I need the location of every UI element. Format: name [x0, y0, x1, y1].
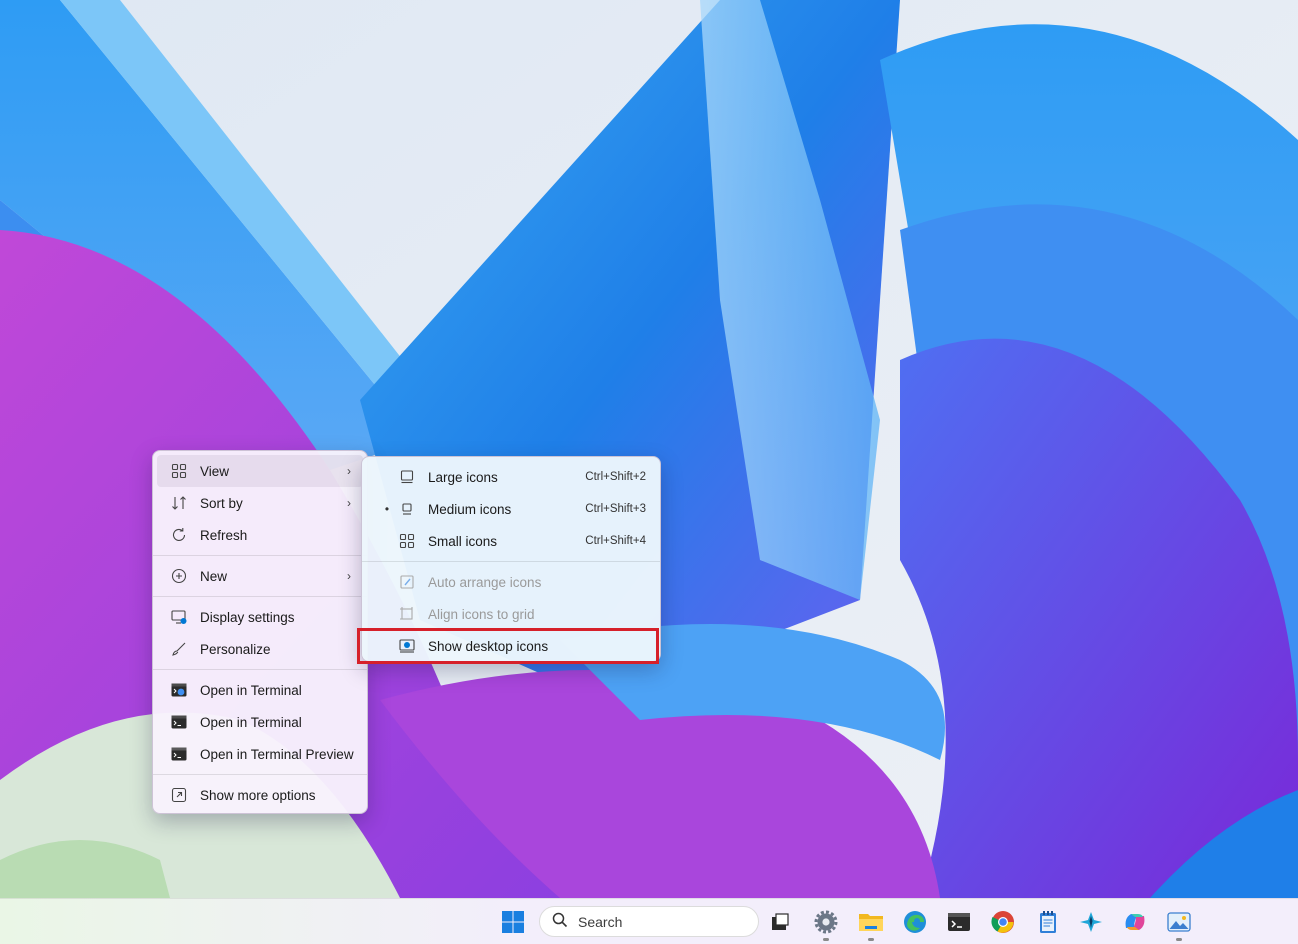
settings-icon[interactable]: [811, 907, 841, 941]
auto-arrange-icon: [398, 573, 416, 591]
menu-item-label: Open in Terminal: [200, 714, 302, 730]
menu-item-open-in-terminal[interactable]: Open in Terminal: [157, 706, 363, 738]
submenu-item-large-icons[interactable]: Large icons Ctrl+Shift+2: [366, 461, 656, 493]
running-indicator: [823, 938, 829, 941]
show-more-icon: [170, 786, 188, 804]
radio-bullet: •: [384, 502, 390, 516]
terminal-icon: [170, 713, 188, 731]
annotation-highlight-box: [357, 628, 659, 664]
add-circle-icon: [170, 567, 188, 585]
submenu-item-label: Large icons: [428, 469, 498, 485]
menu-item-label: Personalize: [200, 641, 271, 657]
notepad-icon[interactable]: [1033, 907, 1063, 937]
submenu-item-label: Medium icons: [428, 501, 512, 517]
terminal-icon[interactable]: [944, 907, 974, 937]
shortcut-text: Ctrl+Shift+3: [585, 503, 646, 515]
terminal-preview-icon: [170, 745, 188, 763]
submenu-item-label: Small icons: [428, 533, 498, 549]
search-placeholder: Search: [578, 913, 623, 930]
chrome-icon[interactable]: [988, 907, 1018, 937]
submenu-item-label: Auto arrange icons: [428, 574, 542, 590]
small-icons-grid-icon: [398, 532, 416, 550]
menu-item-label: Sort by: [200, 495, 243, 511]
medium-icons-icon: [398, 500, 416, 518]
submenu-item-medium-icons[interactable]: • Medium icons Ctrl+Shift+3: [366, 493, 656, 525]
menu-item-view[interactable]: View ›: [157, 455, 363, 487]
menu-item-display-settings[interactable]: Display settings: [157, 601, 363, 633]
menu-item-label: Open in Terminal Preview: [200, 746, 354, 762]
submenu-item-auto-arrange[interactable]: Auto arrange icons: [366, 566, 656, 598]
refresh-icon: [170, 526, 188, 544]
chevron-right-icon: ›: [347, 569, 351, 583]
menu-separator: [153, 669, 367, 670]
menu-item-refresh[interactable]: Refresh: [157, 519, 363, 551]
menu-separator: [153, 555, 367, 556]
submenu-item-small-icons[interactable]: Small icons Ctrl+Shift+4: [366, 525, 656, 557]
menu-item-label: New: [200, 568, 228, 584]
taskbar-search-box[interactable]: Search: [539, 906, 759, 937]
large-icons-icon: [398, 468, 416, 486]
align-grid-icon: [398, 605, 416, 623]
windows-start-icon[interactable]: [498, 907, 528, 937]
menu-item-new[interactable]: New ›: [157, 560, 363, 592]
photos-icon[interactable]: [1164, 907, 1194, 941]
desktop-context-menu: View › Sort by › Refresh New › Display s…: [152, 450, 368, 814]
sort-icon: [170, 494, 188, 512]
view-grid-icon: [170, 462, 188, 480]
menu-item-sort-by[interactable]: Sort by ›: [157, 487, 363, 519]
search-icon: [552, 912, 568, 931]
menu-item-label: Show more options: [200, 787, 316, 803]
menu-separator: [153, 596, 367, 597]
menu-separator: [153, 774, 367, 775]
copilot-icon[interactable]: [1120, 907, 1150, 937]
menu-separator: [362, 561, 660, 562]
menu-item-label: Open in Terminal: [200, 682, 302, 698]
display-settings-icon: [170, 608, 188, 626]
copilot-dev-icon[interactable]: [1076, 907, 1106, 937]
chevron-right-icon: ›: [347, 496, 351, 510]
menu-item-label: Display settings: [200, 609, 295, 625]
task-view-icon[interactable]: [765, 907, 795, 937]
menu-item-personalize[interactable]: Personalize: [157, 633, 363, 665]
shortcut-text: Ctrl+Shift+4: [585, 535, 646, 547]
terminal-dev-icon: [170, 681, 188, 699]
shortcut-text: Ctrl+Shift+2: [585, 471, 646, 483]
menu-item-open-in-terminal-dev[interactable]: Open in Terminal: [157, 674, 363, 706]
menu-item-show-more-options[interactable]: Show more options: [157, 779, 363, 811]
menu-item-label: View: [200, 463, 230, 479]
submenu-item-align-to-grid[interactable]: Align icons to grid: [366, 598, 656, 630]
menu-item-label: Refresh: [200, 527, 248, 543]
brush-icon: [170, 640, 188, 658]
running-indicator: [868, 938, 874, 941]
submenu-item-label: Align icons to grid: [428, 606, 535, 622]
menu-item-open-in-terminal-preview[interactable]: Open in Terminal Preview: [157, 738, 363, 770]
edge-icon[interactable]: [900, 907, 930, 937]
file-explorer-icon[interactable]: [856, 907, 886, 941]
running-indicator: [1176, 938, 1182, 941]
chevron-right-icon: ›: [347, 464, 351, 478]
